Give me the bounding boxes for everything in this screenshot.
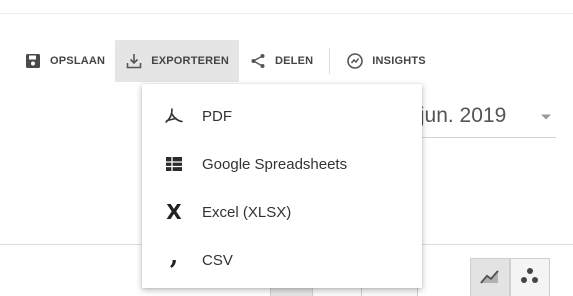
export-csv-option[interactable]: , CSV [142, 236, 422, 284]
menu-item-label: PDF [202, 107, 232, 125]
export-button[interactable]: EXPORTEREN [115, 40, 239, 82]
toolbar-divider [329, 48, 331, 74]
csv-icon: , [169, 241, 179, 270]
export-excel-option[interactable]: X Excel (XLSX) [142, 188, 422, 236]
download-icon [125, 52, 143, 70]
line-chart-icon [479, 267, 501, 290]
scatter-chart-icon [520, 267, 540, 290]
report-toolbar: OPSLAAN EXPORTEREN DELEN INSIGHTS [14, 38, 436, 84]
menu-item-label: CSV [202, 251, 233, 269]
date-range-value[interactable]: ' jun. 2019 [410, 104, 506, 128]
spreadsheet-icon [164, 154, 184, 174]
export-label: EXPORTEREN [151, 55, 229, 67]
excel-icon: X [166, 200, 182, 224]
scatter-chart-toggle[interactable] [510, 258, 550, 296]
top-divider [0, 13, 573, 14]
insights-icon [346, 52, 364, 70]
menu-item-label: Google Spreadsheets [202, 155, 348, 173]
share-icon [249, 52, 267, 70]
save-button[interactable]: OPSLAAN [14, 40, 115, 82]
date-range-underline [410, 137, 556, 138]
export-pdf-option[interactable]: PDF [142, 92, 422, 140]
menu-item-label: Excel (XLSX) [202, 203, 292, 221]
insights-button[interactable]: INSIGHTS [336, 40, 436, 82]
share-button[interactable]: DELEN [239, 40, 323, 82]
export-menu: PDF Google Spreadsheets X Excel (XLSX) ,… [142, 84, 422, 288]
line-chart-toggle[interactable] [470, 258, 510, 296]
insights-label: INSIGHTS [372, 55, 426, 67]
analytics-report-view: OPSLAAN EXPORTEREN DELEN INSIGHTS ' jun.… [0, 0, 573, 296]
save-icon [24, 52, 42, 70]
chevron-down-icon[interactable] [540, 110, 552, 122]
export-google-spreadsheets-option[interactable]: Google Spreadsheets [142, 140, 422, 188]
pdf-icon [164, 106, 184, 126]
save-label: OPSLAAN [50, 55, 106, 67]
share-label: DELEN [274, 55, 314, 67]
